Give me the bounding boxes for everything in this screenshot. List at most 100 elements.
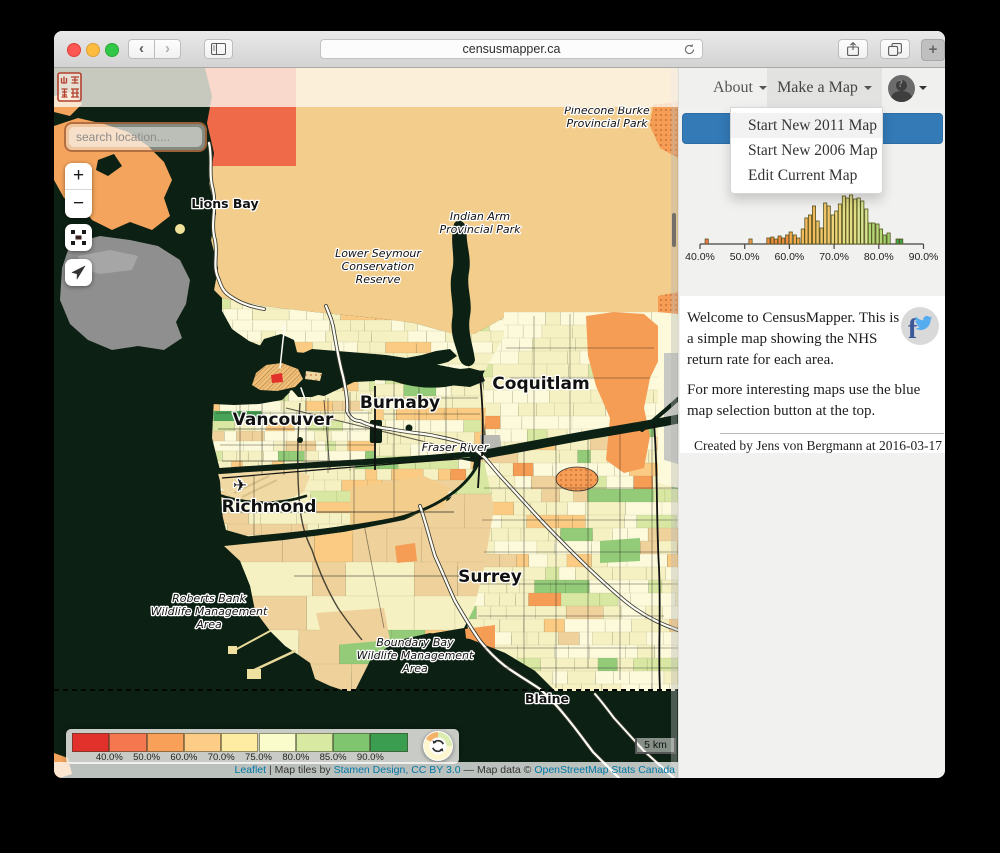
browser-window: ‹ › censusmapper.ca + Lions BayPinecone …: [54, 31, 945, 778]
url-text: censusmapper.ca: [463, 42, 561, 56]
fullscreen-button[interactable]: [65, 224, 92, 251]
histogram-bar: [749, 239, 752, 244]
sidebar: About Make a Map ? Start New 2011 Map St…: [678, 68, 945, 778]
histogram-bar: [774, 239, 777, 244]
social-share-icons[interactable]: f: [901, 307, 939, 345]
histogram-bar: [808, 215, 811, 244]
legend-swatch: [333, 733, 370, 752]
histogram-bar: [887, 233, 890, 244]
refresh-style-button[interactable]: [423, 731, 453, 761]
map-place-label: Conservation: [342, 260, 415, 273]
histogram-tick-label: 70.0%: [819, 251, 849, 263]
scrollbar-thumb[interactable]: [672, 213, 676, 247]
address-bar[interactable]: censusmapper.ca: [320, 39, 703, 59]
histogram-bar: [846, 198, 849, 244]
nav-make-a-map-label: Make a Map: [777, 79, 858, 97]
map-place-label: Roberts Bank: [172, 592, 246, 605]
refresh-icon: [423, 731, 453, 761]
credit-line: Created by Jens von Bergmann at 2016-03-…: [680, 438, 945, 454]
histogram-bar: [850, 195, 853, 244]
histogram-bar: [835, 211, 838, 244]
plus-icon: +: [929, 42, 938, 57]
show-all-tabs-button[interactable]: [880, 39, 910, 59]
histogram-bar: [854, 199, 857, 244]
legend-swatch: [221, 733, 258, 752]
locate-button[interactable]: [65, 259, 92, 286]
menu-item-start-2006[interactable]: Start New 2006 Map: [731, 138, 882, 163]
attribution-text2: — Map data ©: [461, 764, 535, 776]
avatar-question-mark: ?: [898, 79, 903, 90]
make-a-map-dropdown: Start New 2011 Map Start New 2006 Map Ed…: [730, 107, 883, 194]
map-place-label: Surrey: [458, 567, 522, 587]
map-place-label: Lower Seymour: [335, 247, 422, 260]
map-place-label: Provincial Park: [439, 223, 521, 236]
share-button[interactable]: [838, 39, 868, 59]
menu-item-start-2011[interactable]: Start New 2011 Map: [731, 113, 882, 138]
histogram-bar: [872, 223, 875, 244]
histogram-bar: [900, 239, 903, 244]
search-placeholder: search location....: [76, 130, 170, 144]
histogram-bar: [842, 196, 845, 244]
histogram-bar: [883, 235, 886, 244]
scale-bar: 5 km: [635, 738, 676, 754]
map-attribution: Leaflet | Map tiles by Stamen Design, CC…: [54, 762, 678, 778]
nav-about[interactable]: About: [703, 68, 777, 107]
histogram-bar: [778, 236, 781, 244]
statcan-link[interactable]: Stats Canada: [608, 764, 675, 776]
reload-icon[interactable]: [683, 43, 696, 56]
map-canvas[interactable]: Lions BayPinecone BurkeProvincial ParkIn…: [54, 68, 678, 778]
histogram-bar: [797, 238, 800, 244]
search-input[interactable]: search location....: [64, 122, 207, 152]
map-place-label: Area: [195, 618, 222, 631]
histogram-tick-label: 40.0%: [685, 251, 715, 263]
map[interactable]: Lions BayPinecone BurkeProvincial ParkIn…: [54, 68, 678, 778]
share-icon: [847, 42, 859, 56]
page-content: Lions BayPinecone BurkeProvincial ParkIn…: [54, 68, 945, 778]
nav-about-label: About: [713, 79, 753, 97]
histogram-bar: [824, 203, 827, 244]
map-place-label: Blaine: [525, 691, 569, 706]
menu-item-edit-current[interactable]: Edit Current Map: [731, 163, 882, 188]
histogram-bar: [789, 232, 792, 244]
navbar: About Make a Map ?: [679, 68, 945, 107]
histogram-bar: [786, 235, 789, 244]
tabs-icon: [888, 43, 902, 56]
zoom-button[interactable]: [105, 43, 119, 57]
stamen-link[interactable]: Stamen Design, CC BY 3.0: [334, 764, 461, 776]
forward-button[interactable]: ›: [154, 39, 181, 59]
histogram-bar: [827, 206, 830, 244]
map-place-label: Fraser River: [422, 441, 490, 454]
zoom-out-button[interactable]: −: [65, 190, 92, 217]
minimize-button[interactable]: [86, 43, 100, 57]
caret-down-icon: [759, 86, 767, 90]
histogram-tick-label: 90.0%: [909, 251, 939, 263]
welcome-text-1: Welcome to CensusMapper. This is a simpl…: [687, 308, 905, 371]
page-scrollbar[interactable]: [671, 68, 677, 778]
sidebar-toggle-button[interactable]: [204, 39, 233, 59]
user-avatar[interactable]: ?: [888, 75, 915, 102]
legend-swatch: [147, 733, 184, 752]
forward-icon: ›: [165, 41, 170, 56]
histogram-bar: [879, 229, 882, 244]
caret-down-icon: [864, 86, 872, 90]
legend-swatch: [184, 733, 221, 752]
back-button[interactable]: ‹: [128, 39, 155, 59]
histogram-bar: [820, 228, 823, 244]
osm-link[interactable]: OpenStreetMap: [534, 764, 608, 776]
close-button[interactable]: [67, 43, 81, 57]
legend-swatch: [296, 733, 333, 752]
histogram-bar: [838, 204, 841, 244]
caret-down-icon[interactable]: [919, 86, 927, 90]
nav-make-a-map[interactable]: Make a Map: [767, 68, 882, 107]
histogram-tick-label: 50.0%: [730, 251, 760, 263]
map-place-label: Wildlife Management: [357, 649, 474, 662]
legend-swatch: [72, 733, 109, 752]
return-rate-histogram: 40.0%50.0%60.0%70.0%80.0%90.0%: [679, 188, 945, 263]
zoom-control: + −: [65, 163, 92, 218]
site-header: [54, 68, 678, 107]
new-tab-button[interactable]: +: [921, 39, 945, 61]
histogram-bar: [831, 215, 834, 244]
censusmapper-logo[interactable]: [57, 72, 82, 102]
zoom-in-button[interactable]: +: [65, 163, 92, 190]
leaflet-link[interactable]: Leaflet: [235, 764, 267, 776]
